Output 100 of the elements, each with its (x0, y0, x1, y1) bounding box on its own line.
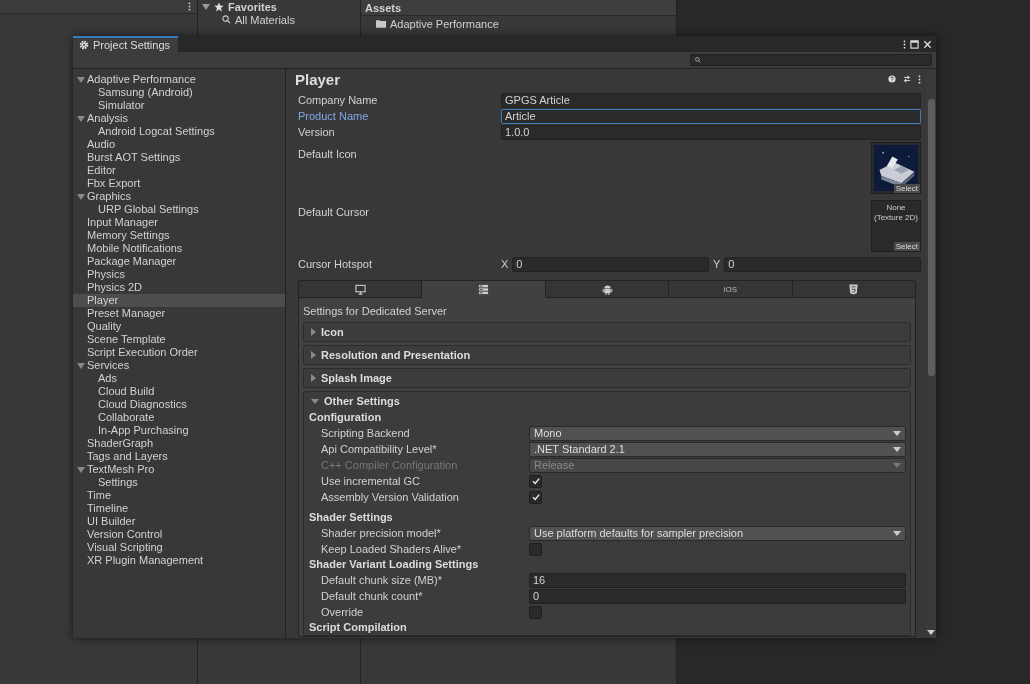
sidebar-item[interactable]: Graphics (73, 190, 285, 203)
platform-tab[interactable] (299, 281, 423, 298)
checkbox[interactable] (529, 474, 542, 488)
sidebar-item[interactable]: Version Control (73, 528, 285, 541)
close-icon[interactable] (923, 39, 932, 49)
favorite-item[interactable]: All Materials (235, 13, 295, 26)
sidebar-item[interactable]: Cloud Diagnostics (73, 398, 285, 411)
select-button[interactable]: Select (893, 242, 920, 251)
assets-header: Assets (361, 0, 676, 16)
html5-icon (848, 283, 860, 295)
sidebar-item[interactable]: Quality (73, 320, 285, 333)
sidebar-item[interactable]: Tags and Layers (73, 450, 285, 463)
more-icon[interactable] (918, 74, 921, 84)
sidebar-item[interactable]: Services (73, 359, 285, 372)
foldout-header[interactable]: Icon (304, 323, 910, 341)
sidebar-item[interactable]: Analysis (73, 112, 285, 125)
sidebar-item[interactable]: Settings (73, 476, 285, 489)
checkbox[interactable] (529, 490, 542, 504)
server-icon (478, 283, 490, 295)
section-heading: Shader Settings (309, 510, 394, 525)
sidebar-item[interactable]: Adaptive Performance (73, 73, 285, 86)
section-heading: Configuration (309, 410, 383, 425)
select-button[interactable]: Select (893, 184, 920, 193)
platform-tab[interactable]: iOS (669, 281, 793, 298)
page-title: Player (295, 70, 341, 88)
sidebar-item[interactable]: Physics 2D (73, 281, 285, 294)
sidebar-item[interactable]: Burst AOT Settings (73, 151, 285, 164)
foldout-header[interactable]: Splash Image (304, 369, 910, 387)
field-label: Cursor Hotspot (298, 258, 373, 270)
dropdown[interactable]: .NET Standard 2.1 (529, 441, 906, 457)
window-tab[interactable]: Project Settings (73, 36, 179, 52)
setting-label: Scripting Backend (321, 427, 411, 439)
more-icon[interactable] (903, 39, 906, 49)
sidebar-item[interactable]: URP Global Settings (73, 203, 285, 216)
sidebar-item[interactable]: Script Execution Order (73, 346, 285, 359)
gear-icon (79, 40, 89, 50)
dropdown[interactable]: Mono (529, 425, 906, 441)
axis-label: X (501, 258, 509, 270)
sidebar-item[interactable]: Timeline (73, 502, 285, 515)
platform-tab[interactable] (792, 281, 916, 298)
dropdown[interactable]: Use platform defaults for sampler precision (529, 525, 906, 541)
platform-tab[interactable] (545, 281, 670, 298)
sidebar-item[interactable]: Time (73, 489, 285, 502)
maximize-icon[interactable] (910, 39, 919, 49)
sidebar-item[interactable]: Cloud Build (73, 385, 285, 398)
sidebar-item[interactable]: TextMesh Pro (73, 463, 285, 476)
sidebar-item[interactable]: Collaborate (73, 411, 285, 424)
section-heading: Script Compilation (309, 620, 408, 635)
field-label: Company Name (298, 94, 379, 106)
folder-icon (376, 19, 386, 28)
sidebar-item[interactable]: XR Plugin Management (73, 554, 285, 567)
sidebar-item[interactable]: UI Builder (73, 515, 285, 528)
number-field[interactable]: 0 (512, 256, 709, 272)
axis-label: Y (713, 258, 721, 270)
caret-icon (893, 446, 901, 452)
sidebar-item[interactable]: Fbx Export (73, 177, 285, 190)
sidebar-item[interactable]: Samsung (Android) (73, 86, 285, 99)
favorites-label: Favorites (228, 1, 277, 13)
search-field[interactable] (690, 54, 932, 66)
number-field[interactable]: 0 (529, 588, 906, 604)
checkbox[interactable] (529, 605, 542, 619)
sidebar-item[interactable]: ShaderGraph (73, 437, 285, 450)
sidebar-item[interactable]: Memory Settings (73, 229, 285, 242)
foldout-header[interactable]: Other Settings (304, 392, 910, 410)
sidebar-item[interactable]: Simulator (73, 99, 285, 112)
sidebar-item[interactable]: Android Logcat Settings (73, 125, 285, 138)
help-icon[interactable] (888, 75, 896, 83)
sidebar-item[interactable]: Physics (73, 268, 285, 281)
sidebar-item[interactable]: Ads (73, 372, 285, 385)
number-field[interactable]: 0 (724, 256, 921, 272)
more-icon[interactable] (188, 2, 191, 11)
caret-icon (893, 530, 901, 536)
sidebar-item[interactable]: Editor (73, 164, 285, 177)
caret-icon (893, 462, 901, 468)
favorites-header[interactable]: Favorites (198, 1, 360, 13)
sidebar-item[interactable]: Player (73, 294, 285, 307)
android-icon (601, 283, 613, 295)
sidebar-item[interactable]: Preset Manager (73, 307, 285, 320)
sidebar-item[interactable]: Package Manager (73, 255, 285, 268)
caret-icon (893, 430, 901, 436)
text-field[interactable]: Article (501, 108, 921, 124)
sidebar-item[interactable]: Visual Scripting (73, 541, 285, 554)
sliders-icon[interactable] (903, 75, 911, 83)
setting-label: Use incremental GC (321, 475, 422, 487)
cursor-slot[interactable]: None (Texture 2D) Select (871, 200, 921, 252)
sidebar-item[interactable]: Mobile Notifications (73, 242, 285, 255)
foldout-header[interactable]: Resolution and Presentation (304, 346, 910, 364)
number-field[interactable]: 16 (529, 572, 906, 588)
sidebar-item[interactable]: In-App Purchasing (73, 424, 285, 437)
checkbox[interactable] (529, 542, 542, 556)
asset-item[interactable]: Adaptive Performance (390, 17, 499, 30)
sidebar-item[interactable]: Scene Template (73, 333, 285, 346)
text-field[interactable]: 1.0.0 (501, 124, 921, 140)
text-field[interactable]: GPGS Article (501, 92, 921, 108)
setting-label: C++ Compiler Configuration (321, 459, 459, 471)
sidebar-item[interactable]: Input Manager (73, 216, 285, 229)
sidebar-item[interactable]: Audio (73, 138, 285, 151)
setting-label: Default chunk size (MB)* (321, 574, 444, 586)
field-label: Product Name (298, 110, 370, 122)
icon-slot[interactable]: Select (871, 142, 921, 194)
